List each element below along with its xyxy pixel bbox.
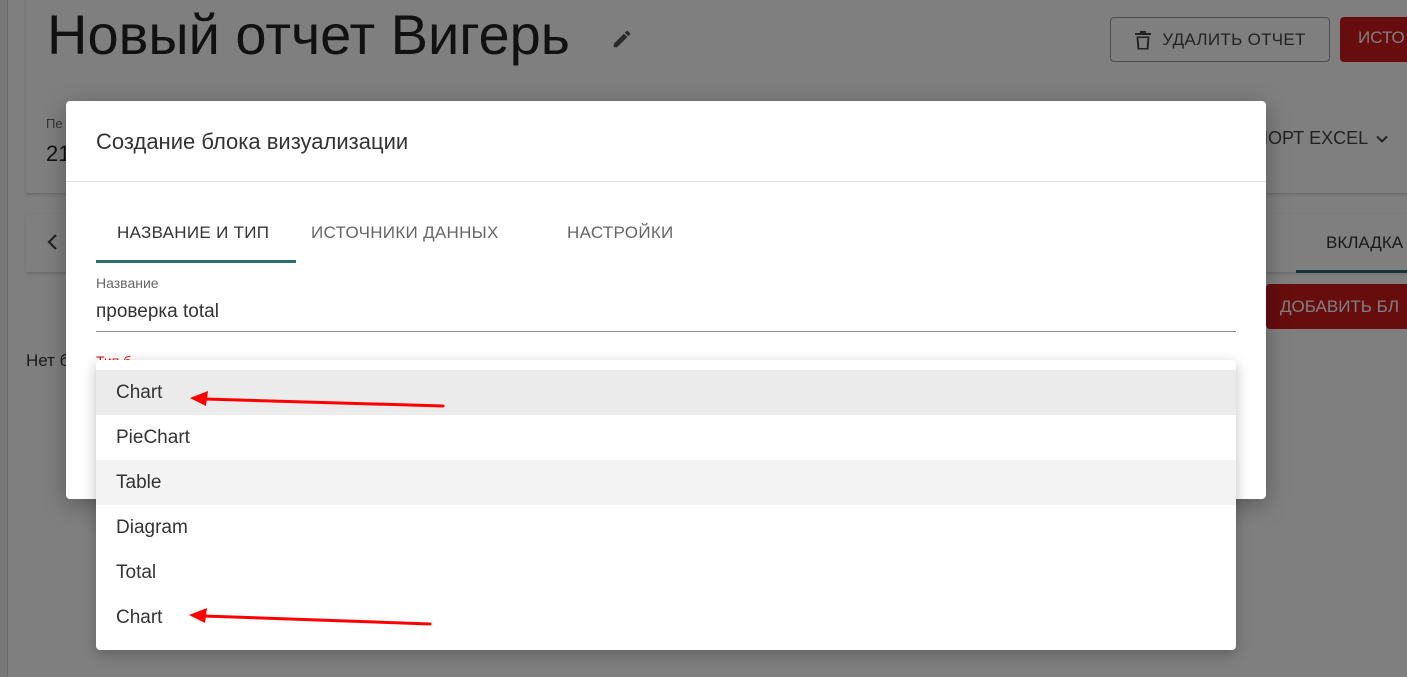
tab-name-and-type[interactable]: НАЗВАНИЕ И ТИП	[117, 223, 269, 243]
dropdown-option-total[interactable]: Total	[96, 550, 1236, 595]
name-field-input[interactable]: проверка total	[96, 301, 219, 323]
dropdown-option-diagram[interactable]: Diagram	[96, 505, 1236, 550]
modal-title: Создание блока визуализации	[96, 129, 409, 154]
dropdown-option-chart-duplicate[interactable]: Chart	[96, 595, 1236, 640]
name-field-label: Название	[96, 275, 159, 291]
dropdown-option-table[interactable]: Table	[96, 460, 1236, 505]
block-type-dropdown: Chart PieChart Table Diagram Total Chart	[96, 360, 1236, 650]
tab-settings[interactable]: НАСТРОЙКИ	[567, 223, 674, 243]
active-tab-indicator	[96, 260, 296, 263]
dropdown-option-piechart[interactable]: PieChart	[96, 415, 1236, 460]
dropdown-option-chart[interactable]: Chart	[96, 370, 1236, 415]
name-field-underline	[96, 331, 1236, 332]
tab-data-sources[interactable]: ИСТОЧНИКИ ДАННЫХ	[311, 223, 499, 243]
modal-divider	[66, 181, 1266, 182]
